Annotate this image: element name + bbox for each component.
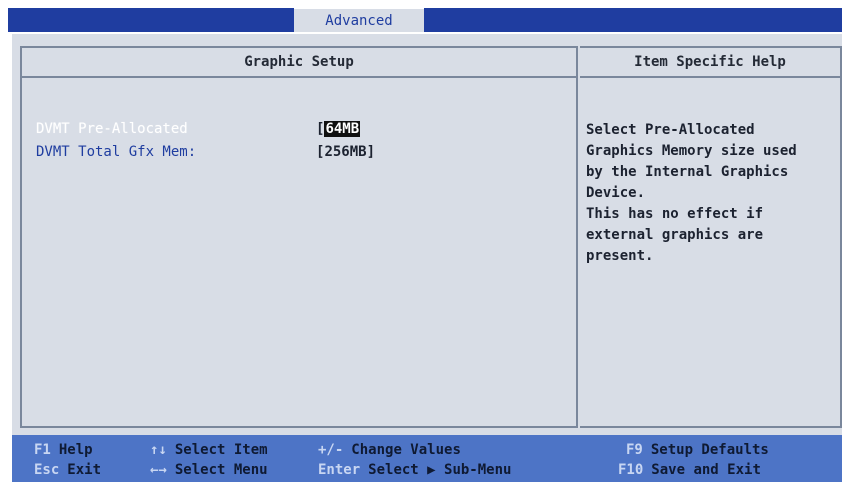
f9-key: F9 [626,442,643,458]
setting-row-dvmt-pre-allocated[interactable]: DVMT Pre-Allocated [64MB [36,120,361,138]
help-panel-title: Item Specific Help [580,48,840,78]
setting-value[interactable]: [64MB [316,121,361,137]
setting-value[interactable]: [256MB] [316,144,375,160]
hint-help: F1 Help [34,442,93,458]
plus-minus-key: +/- [318,442,344,458]
left-right-arrow-icon: ←→ [150,462,167,478]
hint-select-menu: ←→ Select Menu [150,462,268,478]
hint-select-sub-menu: Enter Select ▶ Sub-Menu [318,462,512,478]
setting-label: DVMT Total Gfx Mem: [36,144,197,160]
hint-setup-defaults: F9 Setup Defaults [626,442,769,458]
f10-key: F10 [618,462,644,478]
tab-advanced[interactable]: Advanced [294,8,424,34]
esc-key: Esc [34,462,60,478]
enter-key: Enter [318,462,361,478]
help-text: Select Pre-Allocated Graphics Memory siz… [586,122,797,264]
f1-key: F1 [34,442,51,458]
hint-exit: Esc Exit [34,462,102,478]
hint-select-item: ↑↓ Select Item [150,442,268,458]
up-down-arrow-icon: ↑↓ [150,442,167,458]
hint-change-values: +/- Change Values [318,442,461,458]
panel-title: Graphic Setup [22,48,576,78]
graphic-setup-panel: Graphic Setup [20,46,578,428]
menu-bar [8,8,842,32]
hint-save-and-exit: F10 Save and Exit [618,462,761,478]
setting-label: DVMT Pre-Allocated [36,121,188,137]
setting-row-dvmt-total-gfx-mem[interactable]: DVMT Total Gfx Mem: [256MB] [36,143,375,161]
